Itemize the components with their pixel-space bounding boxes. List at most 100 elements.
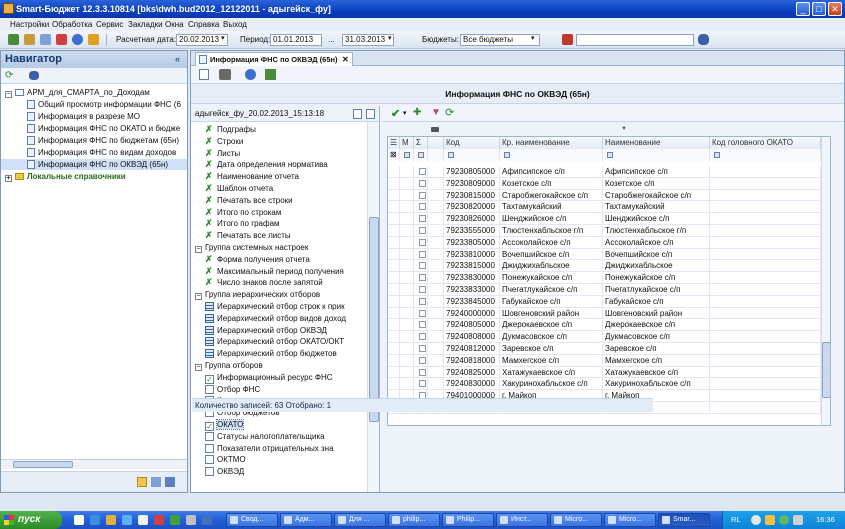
filter-checkbox[interactable]: ✓ bbox=[205, 422, 214, 431]
start-button[interactable]: пуск bbox=[0, 511, 62, 529]
filter-checkbox[interactable] bbox=[205, 443, 214, 453]
table-row[interactable]: 79230826000 Шенджийское с/п Шенджийское с/… bbox=[388, 213, 828, 225]
table-row[interactable]: 79230805000 Афипсипское с/п Афипсипское с/… bbox=[388, 166, 828, 178]
taskbar-button[interactable]: Philip... bbox=[442, 513, 494, 527]
cell-short-name[interactable]: Джиджихабльское bbox=[500, 260, 603, 273]
cell-short-name[interactable]: Пчегатлукайское с/п bbox=[500, 284, 603, 296]
table-row[interactable]: 79233805000 Ассоколайское с/п Ассоколайско… bbox=[388, 236, 828, 249]
cell-name[interactable]: Джиджихабльское bbox=[603, 260, 710, 273]
tools-icon[interactable]: ✚ bbox=[413, 107, 421, 118]
grid-view-icon[interactable] bbox=[165, 477, 175, 487]
menu-help[interactable]: Справка bbox=[188, 18, 219, 31]
cell-name[interactable]: Шенджийское с/п bbox=[603, 213, 710, 225]
cell-name[interactable]: Хакуринохабльское с/п bbox=[603, 378, 710, 391]
document-icon[interactable] bbox=[40, 34, 51, 45]
row-checkbox[interactable] bbox=[419, 179, 426, 187]
param-item[interactable]: ✗ Печатать все листы bbox=[205, 230, 365, 242]
quick-launch-icon[interactable] bbox=[106, 515, 116, 525]
table-row[interactable]: 79233555000 Тлюстенхабльское г/п Тлюстенха… bbox=[388, 225, 828, 237]
tree-item-selected[interactable]: Информация ФНС по ОКВЭД (65н) bbox=[1, 159, 187, 170]
taskbar-button[interactable]: Micro... bbox=[604, 513, 656, 527]
param-item[interactable]: ✗ Форма получения отчета bbox=[205, 254, 365, 266]
table-row[interactable]: 79240830000 Хакуринохабльское с/п Хакурино… bbox=[388, 378, 828, 391]
row-checkbox[interactable] bbox=[419, 203, 426, 211]
filter-icon[interactable] bbox=[504, 152, 510, 158]
tree-item[interactable]: Информация ФНС по ОКАТО и бюдже bbox=[1, 123, 187, 134]
table-row[interactable]: 79233815000 Джиджихабльское Джиджихабльско… bbox=[388, 260, 828, 273]
calc-date-dropdown-icon[interactable]: ▾ bbox=[221, 34, 225, 42]
tray-icon[interactable] bbox=[779, 515, 789, 525]
language-indicator[interactable]: RL bbox=[731, 511, 741, 529]
row-checkbox[interactable] bbox=[419, 309, 426, 317]
cell-code[interactable]: 79240818000 bbox=[444, 354, 500, 367]
collapse-group-icon[interactable]: − bbox=[195, 246, 202, 253]
cell-code[interactable]: 79233805000 bbox=[444, 236, 500, 249]
quick-launch-icon[interactable] bbox=[170, 515, 180, 525]
col-header-name[interactable]: Наименование bbox=[603, 137, 710, 149]
param-item[interactable]: ✗ Строки bbox=[205, 136, 365, 148]
row-checkbox[interactable] bbox=[419, 238, 426, 246]
cell-name[interactable]: Хатажукаевское с/п bbox=[603, 366, 710, 379]
menu-processing[interactable]: Обработка bbox=[52, 18, 92, 31]
table-row[interactable]: 79230809000 Козетское с/п Козетское с/п bbox=[388, 177, 828, 190]
tree-root[interactable]: − АРМ_для_СМАРТА_по_Доходам bbox=[1, 87, 187, 98]
budgets-select[interactable]: Все бюджеты bbox=[460, 34, 540, 46]
menu-service[interactable]: Сервис bbox=[96, 18, 123, 31]
row-checkbox[interactable] bbox=[419, 262, 426, 270]
filter-checkbox[interactable] bbox=[205, 384, 214, 394]
filter-checkbox[interactable] bbox=[205, 431, 214, 441]
tab-okved-info[interactable]: Информация ФНС по ОКВЭД (65н) ✕ bbox=[195, 52, 353, 66]
cell-name[interactable]: Афипсипское с/п bbox=[603, 166, 710, 178]
cell-code[interactable]: 79240830000 bbox=[444, 378, 500, 391]
tools-icon[interactable] bbox=[265, 69, 276, 80]
menu-bookmarks[interactable]: Закладки bbox=[128, 18, 163, 31]
table-row[interactable]: 79240825000 Хатажукаевское с/п Хатажукаевс… bbox=[388, 366, 828, 379]
param-item[interactable]: ✗ Печатать все строки bbox=[205, 195, 365, 207]
collapse-icon[interactable]: « bbox=[175, 51, 180, 68]
cell-code[interactable]: 79233810000 bbox=[444, 248, 500, 261]
new-document-icon[interactable] bbox=[199, 69, 209, 80]
binoculars-icon[interactable] bbox=[29, 71, 39, 80]
taskbar-button[interactable]: Инст... bbox=[496, 513, 548, 527]
param-item[interactable]: ✗ Дата определения норматива bbox=[205, 159, 365, 171]
cell-short-name[interactable]: Козетское с/п bbox=[500, 177, 603, 190]
param-item[interactable]: Статусы налогоплательщика bbox=[205, 431, 365, 443]
cell-code[interactable]: 79230826000 bbox=[444, 213, 500, 225]
filter-icon[interactable] bbox=[404, 152, 410, 158]
cell-short-name[interactable]: Вочепшийское с/п bbox=[500, 248, 603, 261]
splitter-grip[interactable] bbox=[431, 127, 439, 132]
cell-short-name[interactable]: Габукайское с/п bbox=[500, 295, 603, 308]
row-checkbox[interactable] bbox=[419, 286, 426, 293]
table-row[interactable]: 79233810000 Вочепшийское с/п Вочепшийское … bbox=[388, 248, 828, 261]
list-icon[interactable] bbox=[151, 477, 161, 487]
param-item[interactable]: ✗ Итого по графам bbox=[205, 218, 365, 230]
info-icon[interactable] bbox=[72, 34, 83, 45]
cell-short-name[interactable]: Хакуринохабльское с/п bbox=[500, 378, 603, 391]
col-header-short-name[interactable]: Кр. наименование bbox=[500, 137, 603, 149]
quick-launch-icon[interactable] bbox=[154, 515, 164, 525]
cell-short-name[interactable]: Дукмасовское с/п bbox=[500, 331, 603, 343]
period-to-dropdown-icon[interactable]: ▾ bbox=[388, 34, 392, 42]
menu-settings[interactable]: Настройки bbox=[10, 18, 49, 31]
filter-icon[interactable] bbox=[418, 152, 424, 158]
close-tab-icon[interactable]: ✕ bbox=[342, 53, 349, 66]
param-group[interactable]: − Группа иерархических отборов bbox=[195, 289, 365, 301]
cell-code[interactable]: 79233845000 bbox=[444, 295, 500, 308]
row-checkbox[interactable] bbox=[419, 380, 426, 388]
cell-name[interactable]: Джерокаевское с/п bbox=[603, 319, 710, 332]
grid-scrollbar[interactable] bbox=[821, 137, 830, 425]
period-to-field[interactable]: 31.03.2013 bbox=[342, 34, 394, 46]
param-item[interactable]: Иерархический отбор ОКВЭД bbox=[205, 325, 365, 337]
taskbar-button[interactable]: Свод... bbox=[226, 513, 278, 527]
menu-exit[interactable]: Выход bbox=[223, 18, 247, 31]
cell-code[interactable]: 79233555000 bbox=[444, 225, 500, 237]
taskbar-button[interactable]: Smar... bbox=[658, 513, 710, 527]
cell-name[interactable]: Тлюстенхабльское г/п bbox=[603, 225, 710, 237]
scroll-thumb[interactable] bbox=[369, 217, 379, 422]
tree-item[interactable]: Информация ФНС по бюджетам (65н) bbox=[1, 135, 187, 146]
cell-short-name[interactable]: Заревское с/п bbox=[500, 343, 603, 355]
tree-item[interactable]: Общий просмотр информации ФНС (6 bbox=[1, 99, 187, 110]
expand-tree-icon[interactable]: + bbox=[5, 175, 12, 182]
filter-clear-icon[interactable]: ⊠ bbox=[388, 149, 400, 161]
param-item[interactable]: Иерархический отбор бюджетов bbox=[205, 348, 365, 360]
